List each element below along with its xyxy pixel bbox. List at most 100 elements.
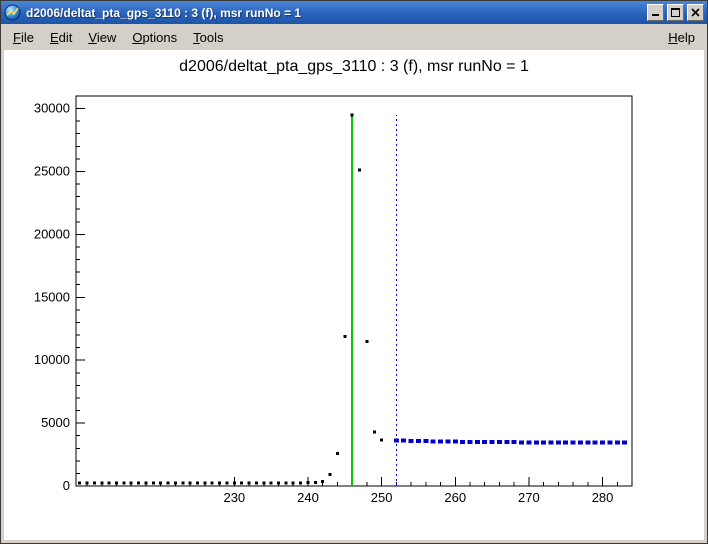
data-point-histogram-counts [299,481,302,484]
window: d2006/deltat_pta_gps_3110 : 3 (f), msr r… [0,0,708,544]
x-tick-label: 280 [592,490,614,505]
data-point-histogram-counts [130,482,133,485]
data-point-histogram-counts [248,481,251,484]
data-point-histogram-counts [93,482,96,485]
data-point-histogram-counts [189,481,192,484]
data-point-histogram-counts [144,481,147,484]
maximize-icon [671,8,680,17]
data-point-histogram-counts [122,481,125,484]
data-point-post-first-good-bin [534,440,539,444]
data-point-histogram-counts [211,481,214,484]
data-point-post-first-good-bin [585,441,590,445]
y-tick-label: 5000 [41,415,70,430]
data-point-histogram-counts [86,481,89,484]
y-tick-label: 30000 [34,101,70,116]
y-tick-label: 0 [63,478,70,493]
data-point-post-first-good-bin [401,439,406,443]
menu-item-file[interactable]: File [5,26,42,49]
data-point-histogram-counts [100,481,103,484]
plot-frame [76,96,632,486]
data-point-histogram-counts [329,473,332,476]
data-point-histogram-counts [365,340,368,343]
y-tick-label: 25000 [34,163,70,178]
data-point-post-first-good-bin [497,440,502,444]
data-point-histogram-counts [203,481,206,484]
data-point-histogram-counts [152,481,155,484]
data-point-histogram-counts [351,113,354,116]
data-point-post-first-good-bin [519,440,524,444]
x-tick-label: 250 [371,490,393,505]
maximize-button[interactable] [667,4,684,21]
menu-item-mnemonic: E [50,30,59,45]
data-point-histogram-counts [174,481,177,484]
data-point-post-first-good-bin [445,440,450,444]
data-point-histogram-counts [292,481,295,484]
data-point-histogram-counts [255,481,258,484]
data-point-post-first-good-bin [475,440,480,444]
data-point-post-first-good-bin [460,440,465,444]
data-point-post-first-good-bin [622,441,627,445]
data-point-histogram-counts [78,481,81,484]
data-point-post-first-good-bin [571,440,576,444]
window-title: d2006/deltat_pta_gps_3110 : 3 (f), msr r… [24,6,644,20]
data-point-histogram-counts [240,481,243,484]
data-point-histogram-counts [225,481,228,484]
data-point-post-first-good-bin [526,440,531,444]
data-point-histogram-counts [380,439,383,442]
menu-item-mnemonic: H [668,30,677,45]
data-point-histogram-counts [358,169,361,172]
data-point-histogram-counts [284,481,287,484]
data-point-histogram-counts [277,481,280,484]
menu-item-view[interactable]: View [80,26,124,49]
menu-item-options[interactable]: Options [124,26,185,49]
data-point-histogram-counts [233,481,236,484]
close-button[interactable] [687,4,704,21]
root-canvas[interactable]: d2006/deltat_pta_gps_3110 : 3 (f), msr r… [4,50,704,540]
data-point-histogram-counts [108,481,111,484]
data-point-histogram-counts [306,481,309,484]
data-point-post-first-good-bin [482,440,487,444]
data-point-histogram-counts [262,481,265,484]
window-icon [4,4,21,21]
data-point-histogram-counts [270,481,273,484]
plot-area[interactable]: 2302402502602702800500010000150002000025… [4,50,704,540]
data-point-post-first-good-bin [593,441,598,445]
menu-right-group: Help [660,26,703,49]
data-point-histogram-counts [321,480,324,483]
x-tick-label: 240 [297,490,319,505]
y-tick-label: 15000 [34,289,70,304]
data-point-histogram-counts [314,481,317,484]
menu-left-group: FileEditViewOptionsTools [5,26,232,49]
data-point-histogram-counts [336,452,339,455]
menu-item-tools[interactable]: Tools [185,26,231,49]
x-tick-label: 260 [444,490,466,505]
data-point-post-first-good-bin [438,439,443,443]
minimize-button[interactable] [647,4,664,21]
menu-item-help[interactable]: Help [660,26,703,49]
data-point-post-first-good-bin [416,439,421,443]
data-point-post-first-good-bin [578,441,583,445]
data-point-post-first-good-bin [453,440,458,444]
data-point-post-first-good-bin [548,440,553,444]
x-tick-label: 230 [223,490,245,505]
data-point-post-first-good-bin [394,438,399,442]
minimize-icon [651,8,660,17]
data-point-histogram-counts [115,481,118,484]
data-point-histogram-counts [218,481,221,484]
menu-item-mnemonic: F [13,30,21,45]
data-point-histogram-counts [137,481,140,484]
data-point-post-first-good-bin [490,440,495,444]
data-point-histogram-counts [167,482,170,485]
menu-item-mnemonic: V [88,30,96,45]
data-point-histogram-counts [159,481,162,484]
data-point-histogram-counts [343,335,346,338]
x-tick-label: 270 [518,490,540,505]
titlebar[interactable]: d2006/deltat_pta_gps_3110 : 3 (f), msr r… [1,1,707,24]
menu-item-mnemonic: O [132,30,142,45]
menu-item-mnemonic: T [193,30,200,45]
y-tick-label: 10000 [34,352,70,367]
menu-item-edit[interactable]: Edit [42,26,80,49]
data-point-post-first-good-bin [512,440,517,444]
data-point-post-first-good-bin [556,440,561,444]
data-point-post-first-good-bin [467,440,472,444]
